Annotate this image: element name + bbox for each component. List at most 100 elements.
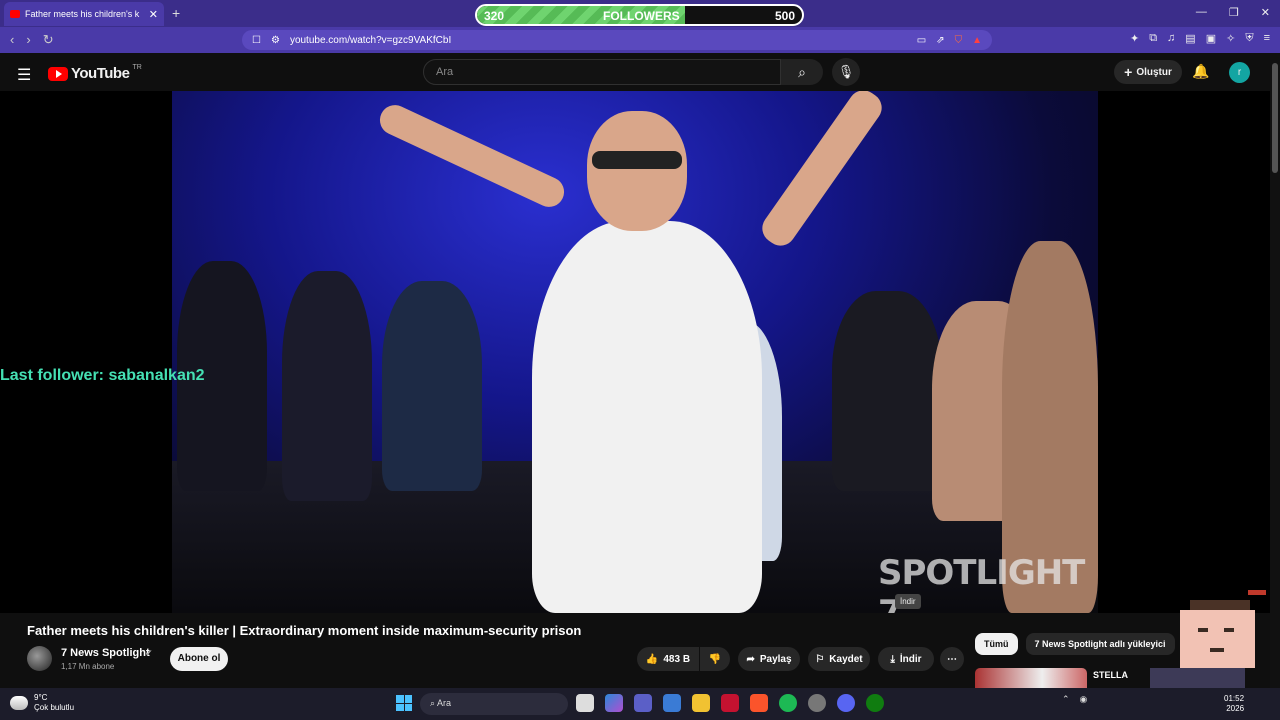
last-follower-overlay: Last follower: sabanalkan2	[0, 367, 205, 384]
weather-widget[interactable]: 9°C Çok bulutlu	[10, 693, 74, 713]
bookmark-icon[interactable]: ☐	[252, 35, 261, 46]
url-text[interactable]: youtube.com/watch?v=gzc9VAKfCbI	[290, 35, 907, 46]
sidebar-icon[interactable]: ▤	[1185, 32, 1195, 45]
brave-shield-icon[interactable]: ⛉	[955, 35, 963, 46]
browser-tab[interactable]: Father meets his children's k ✕	[4, 2, 164, 26]
share-button[interactable]: ➦ Paylaş	[738, 647, 800, 671]
tab-title: Father meets his children's k	[25, 9, 140, 19]
file-explorer-icon[interactable]	[692, 694, 710, 712]
brave-browser-icon[interactable]	[750, 694, 768, 712]
close-tab-icon[interactable]: ✕	[149, 8, 158, 21]
search-icon[interactable]: ⌕	[781, 59, 823, 85]
back-icon[interactable]: ‹	[10, 32, 14, 48]
reload-icon[interactable]: ↻	[43, 32, 54, 48]
clock-date: 2026	[1226, 704, 1245, 713]
window-controls: — ❐ ✕	[1196, 6, 1270, 19]
thumbs-up-icon: 👍	[645, 653, 659, 665]
subscriber-count: 1,17 Mn abone	[61, 662, 115, 671]
system-tray: ⌃ ◉	[1062, 694, 1087, 705]
verified-badge-icon: ✔	[145, 648, 153, 658]
task-view-icon[interactable]	[576, 694, 594, 712]
more-dots-icon: ⋯	[947, 653, 957, 665]
share-icon[interactable]: ⇗	[936, 35, 944, 46]
create-button[interactable]: + Oluştur	[1114, 60, 1182, 84]
channel-name[interactable]: 7 News Spotlight	[61, 647, 150, 659]
thumbs-down-icon: 👎	[708, 653, 722, 665]
tray-chevron-icon[interactable]: ⌃	[1062, 694, 1070, 705]
extensions-icon[interactable]: ✦	[1130, 32, 1139, 45]
store-icon[interactable]	[663, 694, 681, 712]
close-window-icon[interactable]: ✕	[1261, 6, 1270, 19]
taskbar-search[interactable]: ⌕ Ara	[420, 693, 568, 715]
download-button[interactable]: ⤓ İndir	[878, 647, 934, 671]
chip-all[interactable]: Tümü	[975, 633, 1018, 655]
like-button[interactable]: 👍 483 B	[637, 647, 699, 671]
followers-label: FOLLOWERS	[603, 9, 680, 23]
save-button[interactable]: ⚐ Kaydet	[808, 647, 870, 671]
related-video-thumbnail[interactable]	[975, 668, 1087, 688]
copilot-icon[interactable]	[605, 694, 623, 712]
taskbar-clock[interactable]: 01:52 2026	[1224, 694, 1244, 714]
discord-icon[interactable]	[837, 694, 855, 712]
search-input[interactable]: Ara	[423, 59, 781, 85]
like-count: 483 B	[663, 653, 691, 665]
video-player[interactable]: SPOTLIGHT 7 Last follower: sabanalkan2	[0, 91, 1270, 613]
new-tab-icon[interactable]: +	[172, 5, 180, 21]
teams-icon[interactable]	[634, 694, 652, 712]
raised-arm-left	[375, 100, 569, 212]
mascot-eye-left	[1198, 628, 1208, 632]
youtube-favicon-icon	[10, 10, 20, 18]
menu-icon[interactable]: ≡	[1264, 32, 1270, 45]
save-label: Kaydet	[829, 653, 863, 665]
dislike-button[interactable]: 👎	[700, 647, 730, 671]
mascot-eye-right	[1224, 628, 1234, 632]
github-icon[interactable]	[808, 694, 826, 712]
hamburger-menu-icon[interactable]: ☰	[17, 65, 31, 85]
cast-icon[interactable]: ▭	[917, 35, 926, 46]
windows-taskbar: 9°C Çok bulutlu ⌕ Ara ⌃ ◉ 01:52 2026	[0, 688, 1280, 720]
scrollbar-thumb[interactable]	[1272, 63, 1278, 173]
page-scrollbar[interactable]	[1270, 53, 1280, 688]
tray-app-icon[interactable]: ◉	[1080, 694, 1088, 705]
bookmark-save-icon: ⚐	[815, 653, 825, 665]
mascot-logo-mark	[1248, 590, 1266, 595]
minimize-icon[interactable]: —	[1196, 6, 1207, 19]
leo-ai-icon[interactable]: ✧	[1226, 32, 1235, 45]
main-person-head	[587, 111, 687, 231]
crowd-person	[832, 291, 942, 491]
youtube-play-icon	[48, 66, 68, 81]
restore-icon[interactable]: ❐	[1229, 6, 1239, 19]
video-frame[interactable]: SPOTLIGHT 7	[172, 91, 1098, 613]
more-actions-button[interactable]: ⋯	[940, 647, 964, 671]
brave-rewards-icon[interactable]: ▲	[972, 35, 982, 46]
nav-buttons: ‹ › ↻	[10, 32, 54, 48]
forward-icon[interactable]: ›	[26, 32, 30, 48]
main-person-shirt	[532, 221, 762, 613]
wallet-icon[interactable]: ▣	[1206, 32, 1216, 45]
spotify-icon[interactable]	[779, 694, 797, 712]
microphone-icon[interactable]: 🎙	[832, 58, 860, 86]
clock-time: 01:52	[1224, 694, 1245, 703]
channel-avatar[interactable]	[27, 646, 52, 671]
notifications-bell-icon[interactable]: 🔔	[1192, 63, 1209, 80]
vpn-icon[interactable]: ⛨	[1245, 32, 1253, 45]
browser-toolbar: ‹ › ↻ ☐ ⚙ youtube.com/watch?v=gzc9VAKfCb…	[0, 27, 1280, 53]
user-avatar[interactable]: r	[1229, 62, 1250, 83]
taskbar-search-label: Ara	[437, 698, 452, 708]
site-info-icon[interactable]: ⚙	[271, 35, 280, 46]
xbox-icon[interactable]	[866, 694, 884, 712]
extensions-bar: ✦ ⧉ ♫ ▤ ▣ ✧ ⛨ ≡	[1130, 32, 1270, 45]
weather-desc: Çok bulutlu	[34, 703, 75, 712]
youtube-logo[interactable]: YouTube TR	[48, 64, 142, 82]
share-label: Paylaş	[759, 653, 792, 665]
create-label: Oluştur	[1136, 66, 1172, 78]
address-bar[interactable]: ☐ ⚙ youtube.com/watch?v=gzc9VAKfCbI ▭ ⇗ …	[242, 30, 992, 50]
youtube-header: ☰ YouTube TR Ara ⌕ 🎙 + Oluştur 🔔 r	[0, 53, 1270, 91]
windows-start-icon[interactable]	[396, 695, 412, 711]
crowd-person	[282, 271, 372, 501]
crowd-person	[382, 281, 482, 491]
app-icon[interactable]	[721, 694, 739, 712]
subscribe-button[interactable]: Abone ol	[170, 647, 228, 671]
screenshot-icon[interactable]: ⧉	[1149, 32, 1157, 45]
music-icon[interactable]: ♫	[1167, 32, 1175, 45]
